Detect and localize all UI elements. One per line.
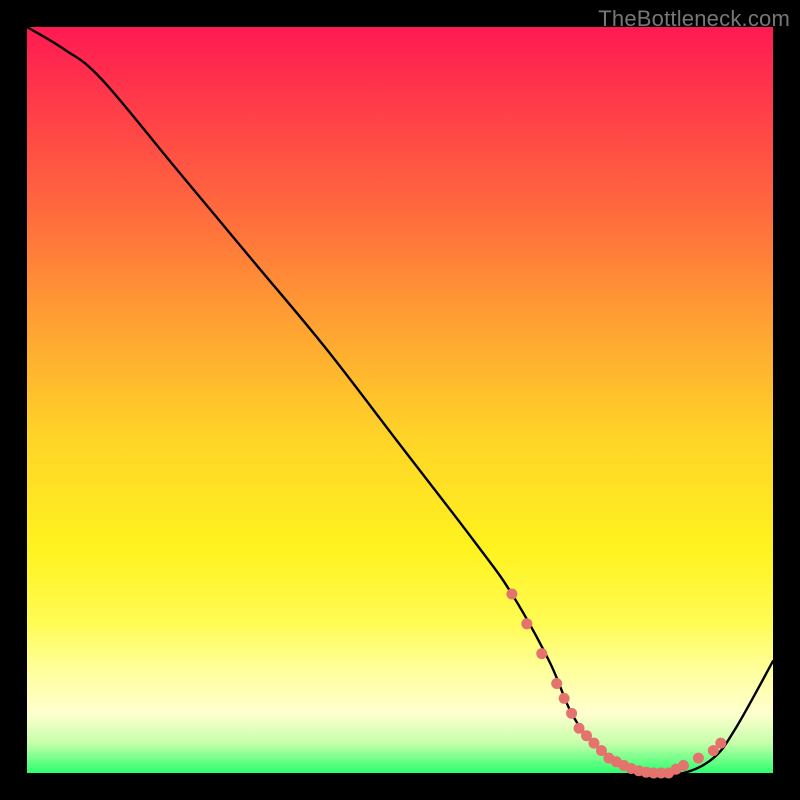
marker-dot	[536, 648, 547, 659]
marker-dot	[551, 678, 562, 689]
bottleneck-curve	[27, 27, 773, 775]
marker-dot	[559, 693, 570, 704]
marker-dot	[678, 760, 689, 771]
marker-dot	[506, 588, 517, 599]
marker-dot	[521, 618, 532, 629]
marker-dots	[506, 588, 726, 778]
marker-dot	[566, 708, 577, 719]
curve-layer	[27, 27, 773, 773]
gradient-plot-area	[27, 27, 773, 773]
marker-dot	[715, 738, 726, 749]
marker-dot	[693, 753, 704, 764]
chart-stage: TheBottleneck.com	[0, 0, 800, 800]
